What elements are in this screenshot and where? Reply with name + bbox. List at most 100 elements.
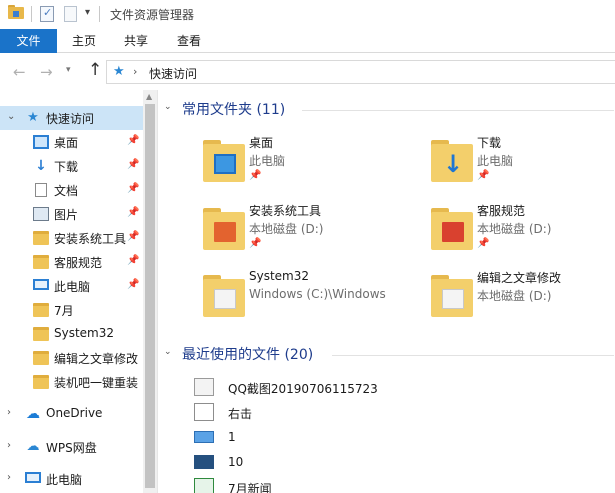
nav-item-this-pc-pinned[interactable]: 此电脑 📌 xyxy=(0,274,143,298)
forward-arrow-icon[interactable]: → xyxy=(40,63,53,81)
nav-item-quick-access[interactable]: ⌄ ★ 快速访问 xyxy=(0,106,143,130)
chevron-right-icon[interactable]: › xyxy=(133,65,137,78)
recent-file-name: 右击 xyxy=(228,407,253,421)
pin-icon[interactable]: 📌 xyxy=(249,238,261,249)
chevron-right-icon[interactable]: › xyxy=(7,407,11,418)
tile-location: Windows (C:)\Windows xyxy=(249,287,386,301)
address-path[interactable]: 快速访问 xyxy=(149,65,197,82)
recent-file-item[interactable]: QQ截图20190706115723 xyxy=(194,376,594,400)
tile-name: 下载 xyxy=(477,136,502,150)
computer-icon xyxy=(25,472,41,483)
pin-icon[interactable]: 📌 xyxy=(127,159,139,170)
folder-tile-service-spec[interactable]: 客服规范 本地磁盘 (D:) 📌 xyxy=(431,202,615,262)
pin-icon[interactable]: 📌 xyxy=(127,183,139,194)
nav-item-label: 7月 xyxy=(54,304,74,318)
scroll-up-arrow-icon[interactable]: ▲ xyxy=(146,92,152,101)
chevron-right-icon[interactable]: › xyxy=(7,472,11,483)
nav-item-label: 安装系统工具 xyxy=(54,232,126,246)
chevron-down-icon[interactable]: ⌄ xyxy=(164,347,172,357)
folder-icon xyxy=(8,5,24,19)
nav-item-wps-drive[interactable]: › ☁ WPS网盘 xyxy=(0,435,143,459)
star-icon: ★ xyxy=(113,64,125,79)
customize-toolbar-chevron-down-icon[interactable]: ▾ xyxy=(85,7,90,18)
recent-file-name: QQ截图20190706115723 xyxy=(228,382,378,396)
group-header-label: 最近使用的文件 (20) xyxy=(182,347,314,363)
nav-item-label: 编辑之文章修改 xyxy=(54,352,139,366)
group-header-frequent[interactable]: ⌄ 常用文件夹 (11) xyxy=(164,100,614,120)
tab-view[interactable]: 查看 xyxy=(161,29,217,53)
title-separator xyxy=(99,6,100,22)
nav-item-service-spec[interactable]: 客服规范 📌 xyxy=(0,250,143,274)
pin-icon[interactable]: 📌 xyxy=(477,170,489,181)
picture-icon xyxy=(33,207,49,221)
nav-item-label: 下载 xyxy=(54,160,79,174)
folder-tile-install-tools[interactable]: 安装系统工具 本地磁盘 (D:) 📌 xyxy=(203,202,413,262)
chevron-down-icon[interactable]: ⌄ xyxy=(7,111,15,122)
nav-item-this-pc[interactable]: › 此电脑 xyxy=(0,467,143,491)
folder-icon: ↓ xyxy=(431,136,473,182)
nav-item-july[interactable]: 7月 xyxy=(0,298,143,322)
recent-file-item[interactable]: 右击 xyxy=(194,401,594,425)
nav-item-article-edit[interactable]: 编辑之文章修改 xyxy=(0,346,143,370)
nav-item-documents[interactable]: 文档 📌 xyxy=(0,178,143,202)
folder-tile-system32[interactable]: System32 Windows (C:)\Windows xyxy=(203,269,413,329)
pin-icon[interactable]: 📌 xyxy=(127,207,139,218)
nav-item-label: System32 xyxy=(54,326,115,340)
chevron-down-icon[interactable]: ⌄ xyxy=(164,102,172,112)
pin-icon[interactable]: 📌 xyxy=(127,279,139,290)
nav-item-pictures[interactable]: 图片 📌 xyxy=(0,202,143,226)
download-icon: ↓ xyxy=(35,158,47,174)
nav-scrollbar[interactable]: ▲ xyxy=(143,90,157,493)
tile-name: 编辑之文章修改 xyxy=(477,271,562,285)
divider xyxy=(332,355,614,356)
folder-tile-article-edit[interactable]: 编辑之文章修改 本地磁盘 (D:) xyxy=(431,269,615,329)
tile-name: 桌面 xyxy=(249,136,274,150)
nav-item-onedrive[interactable]: › ☁ OneDrive xyxy=(0,402,143,426)
nav-item-downloads[interactable]: ↓ 下载 📌 xyxy=(0,154,143,178)
recent-file-item[interactable]: 7月新闻 xyxy=(194,476,594,493)
image-file-icon xyxy=(194,431,214,443)
pin-icon[interactable]: 📌 xyxy=(477,238,489,249)
group-header-recent[interactable]: ⌄ 最近使用的文件 (20) xyxy=(164,345,614,365)
recent-file-name: 1 xyxy=(228,430,236,444)
nav-item-system32[interactable]: System32 xyxy=(0,322,143,346)
chevron-right-icon[interactable]: › xyxy=(7,440,11,451)
pin-icon[interactable]: 📌 xyxy=(127,255,139,266)
recent-file-item[interactable]: 1 xyxy=(194,426,594,450)
tab-share[interactable]: 共享 xyxy=(111,29,161,53)
nav-item-reinstall[interactable]: 装机吧一键重装 xyxy=(0,370,143,394)
screenshot-file-icon xyxy=(194,403,214,421)
new-folder-icon[interactable] xyxy=(64,6,77,22)
nav-item-install-tools[interactable]: 安装系统工具 📌 xyxy=(0,226,143,250)
wps-cloud-icon: ☁ xyxy=(26,439,40,454)
recent-file-item[interactable]: 10 xyxy=(194,451,594,475)
tab-home[interactable]: 主页 xyxy=(57,29,111,53)
scroll-thumb[interactable] xyxy=(145,104,155,488)
up-arrow-icon[interactable]: ↑ xyxy=(88,60,102,80)
folder-icon xyxy=(33,255,49,269)
tile-name: System32 xyxy=(249,269,310,283)
quick-access-separator xyxy=(31,6,32,22)
computer-icon xyxy=(33,279,49,290)
tile-location: 本地磁盘 (D:) xyxy=(477,222,552,236)
properties-icon[interactable] xyxy=(40,6,54,22)
back-arrow-icon[interactable]: ← xyxy=(13,63,26,81)
recent-locations-chevron-down-icon[interactable]: ▾ xyxy=(66,65,71,75)
pin-icon[interactable]: 📌 xyxy=(127,231,139,242)
pin-icon[interactable]: 📌 xyxy=(127,135,139,146)
tab-file[interactable]: 文件 xyxy=(0,29,57,53)
nav-item-label: 装机吧一键重装 xyxy=(54,376,139,390)
cloud-icon: ☁ xyxy=(26,406,40,422)
pin-icon[interactable]: 📌 xyxy=(249,170,261,181)
address-bar[interactable]: ★ › 快速访问 xyxy=(106,60,615,84)
image-file-icon xyxy=(194,378,214,396)
nav-item-desktop[interactable]: 桌面 📌 xyxy=(0,130,143,154)
tile-location: 本地磁盘 (D:) xyxy=(477,289,552,303)
folder-icon xyxy=(203,136,245,182)
tile-location: 此电脑 xyxy=(249,154,286,168)
title-bar: ▾ 文件资源管理器 xyxy=(0,0,615,29)
nav-item-label: 客服规范 xyxy=(54,256,103,270)
folder-tile-desktop[interactable]: 桌面 此电脑 📌 xyxy=(203,134,413,194)
folder-tile-downloads[interactable]: ↓ 下载 此电脑 📌 xyxy=(431,134,615,194)
nav-item-label: 桌面 xyxy=(54,136,79,150)
